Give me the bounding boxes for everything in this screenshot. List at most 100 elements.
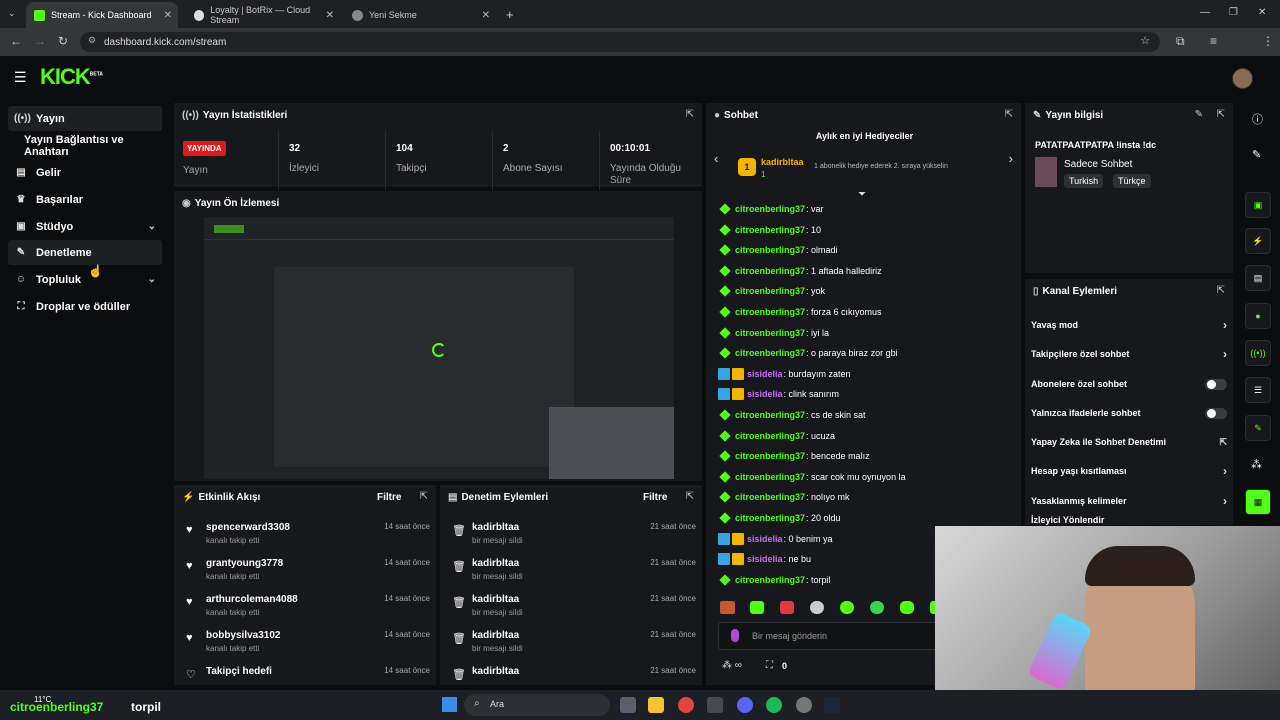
popout-icon[interactable]: ⇱ xyxy=(686,491,694,502)
task-view-icon[interactable] xyxy=(620,697,636,713)
sidebar-item-gelir[interactable]: ▤ Gelir xyxy=(8,160,162,185)
infinity-icon[interactable]: ⁂ ∞ xyxy=(722,660,742,671)
mod-username[interactable]: kadirbltaa xyxy=(472,522,519,533)
reload-icon[interactable]: ↻ xyxy=(58,34,68,48)
chat-username[interactable]: sisidelia xyxy=(747,534,783,544)
chat-username[interactable]: sisidelia xyxy=(747,389,783,399)
chat-username[interactable]: sisidelia xyxy=(747,369,783,379)
emote-icon[interactable] xyxy=(780,601,794,614)
steam-icon[interactable] xyxy=(824,697,840,713)
gifter-name[interactable]: kadirbltaa xyxy=(761,157,804,167)
mod-username[interactable]: kadirbltaa xyxy=(472,594,519,605)
followers-only-setting[interactable]: Takipçilere özel sohbet › xyxy=(1031,344,1227,364)
chat-username[interactable]: citroenberling37 xyxy=(735,575,805,585)
back-icon[interactable]: ← xyxy=(10,34,22,48)
spotify-icon[interactable] xyxy=(766,697,782,713)
chat-username[interactable]: citroenberling37 xyxy=(735,410,805,420)
sidebar-item-droplar[interactable]: ⛶ Droplar ve ödüller xyxy=(8,294,162,319)
tab-kick-dashboard[interactable]: Stream - Kick Dashboard ✕ xyxy=(26,2,178,28)
tab-menu-icon[interactable]: ⌄ xyxy=(8,8,16,19)
filter-button[interactable]: Filtre xyxy=(643,492,667,503)
pin-toggle-icon[interactable]: ⏷ xyxy=(858,189,866,200)
emote-icon[interactable] xyxy=(810,601,824,614)
chat-username[interactable]: citroenberling37 xyxy=(735,245,805,255)
site-info-icon[interactable]: ⚙ xyxy=(88,35,96,46)
chat-username[interactable]: citroenberling37 xyxy=(735,328,805,338)
chat-username[interactable]: citroenberling37 xyxy=(735,513,805,523)
layout-icon[interactable]: ☰ xyxy=(1245,377,1271,403)
ai-moderation-setting[interactable]: Yapay Zeka ile Sohbet Denetimi ⇱ xyxy=(1031,432,1227,452)
close-tab-icon[interactable]: ✕ xyxy=(326,10,334,21)
browser-menu-icon[interactable]: ⋮ xyxy=(1262,34,1274,48)
wrench-icon[interactable]: ✎ xyxy=(1245,415,1271,441)
emote-icon[interactable] xyxy=(720,601,735,614)
hamburger-menu-icon[interactable]: ☰ xyxy=(14,69,27,86)
chat-username[interactable]: sisidelia xyxy=(747,554,783,564)
feed-username[interactable]: grantyoung3778 xyxy=(206,558,283,569)
windows-start-icon[interactable] xyxy=(442,697,457,712)
reading-list-icon[interactable]: ≡ xyxy=(1210,34,1217,48)
popout-icon[interactable]: ⇱ xyxy=(1217,109,1225,120)
gift-icon[interactable]: ⛶ xyxy=(766,660,773,671)
edit-pencil-icon[interactable]: ✎ xyxy=(1252,148,1261,161)
stream-category[interactable]: Sadece Sohbet xyxy=(1064,159,1132,170)
close-tab-icon[interactable]: ✕ xyxy=(482,10,490,21)
extensions-icon[interactable]: ⧉ xyxy=(1176,34,1185,49)
chat-bubble-icon[interactable]: ● xyxy=(1245,303,1271,329)
clip-icon[interactable]: ▣ xyxy=(1245,192,1271,218)
feed-username[interactable]: bobbysilva3102 xyxy=(206,630,280,641)
sidebar-item-stream-key[interactable]: Yayın Bağlantısı ve Anahtarı xyxy=(18,133,170,158)
chat-username[interactable]: citroenberling37 xyxy=(735,451,805,461)
preview-video[interactable] xyxy=(204,217,674,479)
chat-username[interactable]: citroenberling37 xyxy=(735,472,805,482)
tab-botrix[interactable]: Loyalty | BotRix — Cloud Stream ✕ xyxy=(186,2,340,28)
feed-username[interactable]: arthurcoleman4088 xyxy=(206,594,298,605)
app-icon[interactable]: ▦ xyxy=(1245,489,1271,515)
subscribers-only-toggle[interactable] xyxy=(1205,378,1227,390)
chevron-right-icon[interactable]: › xyxy=(1009,151,1013,166)
tab-new[interactable]: Yeni Sekme ✕ xyxy=(344,2,496,28)
chat-username[interactable]: citroenberling37 xyxy=(735,286,805,296)
emote-only-toggle[interactable] xyxy=(1205,407,1227,419)
tag-badge[interactable]: Türkçe xyxy=(1113,174,1151,188)
sidebar-item-studyo[interactable]: ▣ Stüdyo ⌄ xyxy=(8,214,162,239)
microphone-icon[interactable] xyxy=(731,629,739,642)
chat-username[interactable]: citroenberling37 xyxy=(735,348,805,358)
chat-username[interactable]: citroenberling37 xyxy=(735,492,805,502)
chevron-left-icon[interactable]: ‹ xyxy=(714,151,718,166)
address-bar[interactable]: ⚙ dashboard.kick.com/stream ☆ xyxy=(80,32,1160,52)
new-tab-icon[interactable]: + xyxy=(506,7,514,22)
popout-icon[interactable]: ⇱ xyxy=(1217,285,1225,296)
popout-icon[interactable]: ⇱ xyxy=(420,491,428,502)
chat-username[interactable]: citroenberling37 xyxy=(735,266,805,276)
sidebar-item-yayin[interactable]: ((•)) Yayın xyxy=(8,106,162,131)
sidebar-item-denetleme[interactable]: ✎ Denetleme xyxy=(8,240,162,265)
mod-username[interactable]: kadirbltaa xyxy=(472,630,519,641)
emote-icon[interactable] xyxy=(900,601,914,614)
bolt-icon[interactable]: ⚡ xyxy=(1245,228,1271,254)
taskbar-search[interactable]: ⌕ Ara xyxy=(464,694,610,716)
forward-icon[interactable]: → xyxy=(34,34,46,48)
list-icon[interactable]: ▤ xyxy=(1245,265,1271,291)
sidebar-item-basarilar[interactable]: ♛ Başarılar xyxy=(8,187,162,212)
mod-username[interactable]: kadirbltaa xyxy=(472,558,519,569)
user-avatar[interactable] xyxy=(1232,68,1253,89)
emote-icon[interactable] xyxy=(750,601,764,614)
maximize-icon[interactable]: ❐ xyxy=(1229,7,1238,18)
mod-username[interactable]: kadirbltaa xyxy=(472,666,519,677)
minimize-icon[interactable]: — xyxy=(1200,7,1210,18)
category-thumbnail[interactable] xyxy=(1035,157,1057,187)
popout-icon[interactable]: ⇱ xyxy=(1005,109,1013,120)
host-setting[interactable]: İzleyici Yönlendir xyxy=(1031,515,1227,526)
feed-username[interactable]: spencerward3308 xyxy=(206,522,290,533)
chat-username[interactable]: citroenberling37 xyxy=(735,307,805,317)
close-tab-icon[interactable]: ✕ xyxy=(164,10,172,21)
chat-username[interactable]: citroenberling37 xyxy=(735,431,805,441)
community-icon[interactable]: ⁂ xyxy=(1251,458,1262,471)
account-age-setting[interactable]: Hesap yaşı kısıtlaması › xyxy=(1031,461,1227,481)
banned-words-setting[interactable]: Yasaklanmış kelimeler › xyxy=(1031,491,1227,511)
chat-input[interactable]: Bir mesaj gönderin xyxy=(718,622,940,650)
edit-pencil-icon[interactable]: ✎ xyxy=(1195,109,1203,120)
sidebar-item-topluluk[interactable]: ☺ Topluluk ⌄ xyxy=(8,267,162,292)
tag-badge[interactable]: Turkish xyxy=(1064,174,1104,188)
